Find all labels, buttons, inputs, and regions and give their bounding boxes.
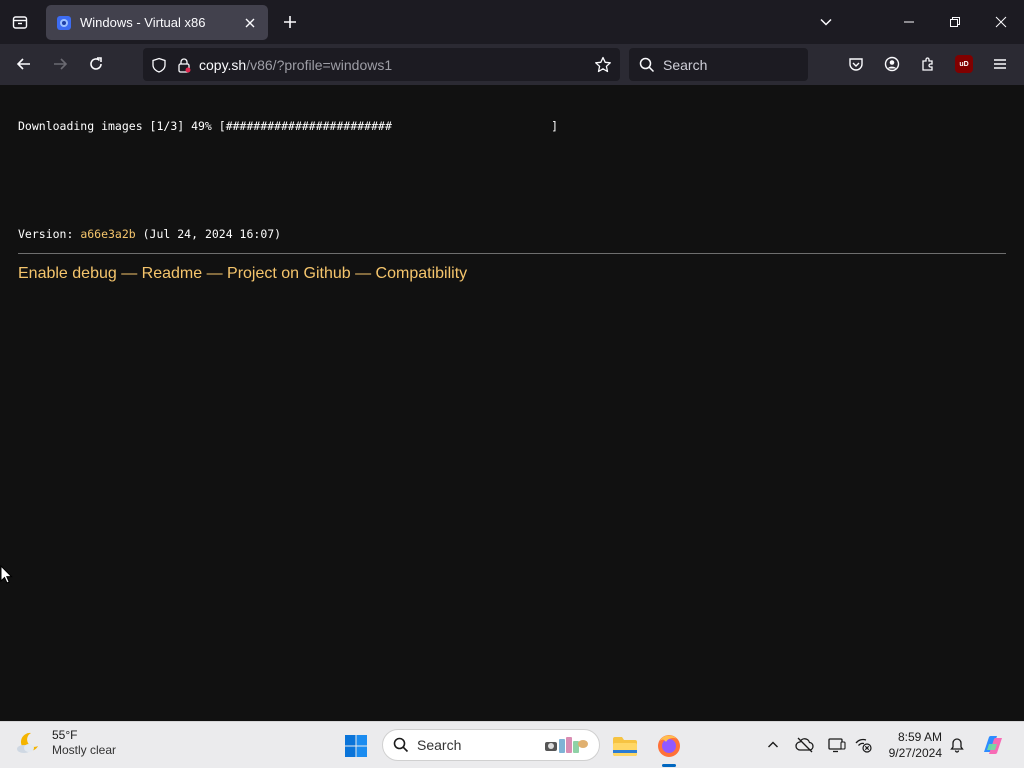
chevron-down-icon xyxy=(820,18,832,26)
firefox-taskbar-button[interactable] xyxy=(653,730,685,762)
download-progress-text: Downloading images [1/3] 49% [##########… xyxy=(18,119,559,133)
weather-temperature: 55°F xyxy=(52,728,78,742)
search-input[interactable] xyxy=(663,56,793,73)
windows-logo-icon xyxy=(345,735,367,757)
taskbar-clock[interactable]: 8:59 AM 9/27/2024 xyxy=(878,729,942,761)
restore-icon xyxy=(950,17,960,27)
minimize-button[interactable] xyxy=(895,8,923,36)
weather-description: Mostly clear xyxy=(52,743,117,757)
version-date: (Jul 24, 2024 16:07) xyxy=(135,227,282,241)
search-icon xyxy=(393,737,409,753)
app-menu-button[interactable] xyxy=(986,50,1014,78)
notifications-button[interactable] xyxy=(944,732,970,758)
tab-title: Windows - Virtual x86 xyxy=(80,15,206,30)
file-explorer-button[interactable] xyxy=(609,730,641,762)
close-window-button[interactable] xyxy=(987,8,1015,36)
extensions-button[interactable] xyxy=(914,50,942,78)
active-app-indicator xyxy=(662,764,676,767)
network-tray-button[interactable] xyxy=(850,732,876,758)
clock-date: 9/27/2024 xyxy=(888,746,942,760)
tracking-protection-shield-icon[interactable] xyxy=(151,57,167,73)
search-highlight-illustration-icon xyxy=(545,737,588,753)
display-tray-button[interactable] xyxy=(824,732,850,758)
hamburger-menu-icon xyxy=(994,59,1006,69)
taskbar-search-placeholder: Search xyxy=(417,737,462,753)
navigation-toolbar: copy.sh/v86/?profile=windows1 uD xyxy=(0,44,1024,85)
footer-links: Enable debug — Readme — Project on Githu… xyxy=(18,265,467,283)
new-tab-button[interactable] xyxy=(278,10,302,34)
divider xyxy=(18,253,1006,254)
account-button[interactable] xyxy=(878,50,906,78)
tab-bar: Windows - Virtual x86 xyxy=(0,0,1024,44)
address-bar[interactable]: copy.sh/v86/?profile=windows1 xyxy=(143,48,620,81)
bell-icon xyxy=(950,738,964,753)
weather-moon-cloud-icon xyxy=(17,732,38,753)
list-all-tabs-button[interactable] xyxy=(812,8,840,36)
cloud-offline-icon xyxy=(795,737,814,753)
arrow-right-icon xyxy=(54,58,68,70)
compatibility-link[interactable]: Compatibility xyxy=(376,265,468,282)
link-separator: — xyxy=(202,265,228,282)
firefox-icon xyxy=(658,735,680,757)
github-link[interactable]: Project on Github xyxy=(227,265,351,282)
bookmark-star-icon[interactable] xyxy=(594,56,612,74)
taskbar-search-box[interactable]: Search xyxy=(382,729,600,761)
folder-icon xyxy=(613,737,637,756)
show-hidden-icons-button[interactable] xyxy=(760,732,786,758)
pocket-icon xyxy=(849,58,863,71)
tab-list-icon xyxy=(12,16,28,29)
search-icon xyxy=(639,57,655,72)
link-separator: — xyxy=(350,265,376,282)
url-text: copy.sh/v86/?profile=windows1 xyxy=(199,57,594,73)
onedrive-tray-button[interactable] xyxy=(792,732,818,758)
account-icon xyxy=(884,56,900,72)
reload-button[interactable] xyxy=(82,50,110,78)
reload-icon xyxy=(90,57,102,70)
tab-list-button[interactable] xyxy=(6,8,34,36)
forward-button[interactable] xyxy=(46,50,74,78)
back-button[interactable] xyxy=(10,50,38,78)
copilot-button[interactable] xyxy=(978,730,1008,760)
readme-link[interactable]: Readme xyxy=(142,265,202,282)
close-icon xyxy=(245,18,255,27)
lock-icon[interactable] xyxy=(177,57,191,73)
page-content: Downloading images [1/3] 49% [##########… xyxy=(0,85,1024,721)
v86-favicon-icon xyxy=(57,15,71,30)
tab-active[interactable]: Windows - Virtual x86 xyxy=(46,5,268,40)
version-line: Version: a66e3a2b (Jul 24, 2024 16:07) xyxy=(18,227,281,241)
monitor-icon xyxy=(828,738,846,753)
mouse-pointer-icon xyxy=(0,565,13,584)
enable-debug-link[interactable]: Enable debug xyxy=(18,265,117,282)
url-host: copy.sh xyxy=(199,56,247,73)
windows-taskbar: 55°F Mostly clear Search 8:59 AM 9/27/20… xyxy=(0,721,1024,768)
copilot-icon xyxy=(984,735,1002,755)
chevron-up-icon xyxy=(768,741,778,748)
puzzle-piece-icon xyxy=(922,57,933,71)
arrow-left-icon xyxy=(16,58,30,70)
link-separator: — xyxy=(116,265,142,282)
restore-button[interactable] xyxy=(941,8,969,36)
tab-close-button[interactable] xyxy=(242,15,258,31)
network-disconnected-icon xyxy=(855,738,872,753)
close-icon xyxy=(995,16,1007,28)
start-button[interactable] xyxy=(340,730,372,762)
weather-widget[interactable]: 55°F Mostly clear xyxy=(14,728,116,758)
version-hash-link[interactable]: a66e3a2b xyxy=(80,227,135,241)
url-path: /v86/?profile=windows1 xyxy=(246,56,393,73)
web-search-bar[interactable] xyxy=(629,48,808,81)
pocket-button[interactable] xyxy=(842,50,870,78)
ublock-origin-button[interactable]: uD xyxy=(950,50,978,78)
version-label: Version: xyxy=(18,227,81,241)
plus-icon xyxy=(284,16,296,28)
clock-time: 8:59 AM xyxy=(897,730,942,744)
ublock-origin-icon: uD xyxy=(955,55,973,73)
minimize-icon xyxy=(904,21,914,23)
